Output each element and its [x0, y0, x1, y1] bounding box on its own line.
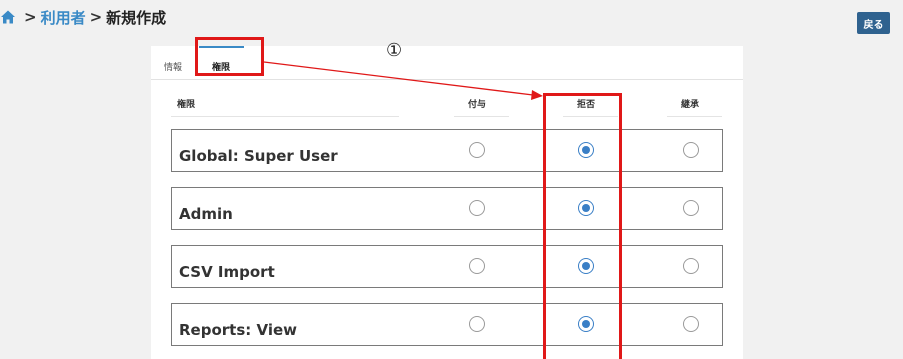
annotation-arrow-icon	[263, 61, 543, 100]
